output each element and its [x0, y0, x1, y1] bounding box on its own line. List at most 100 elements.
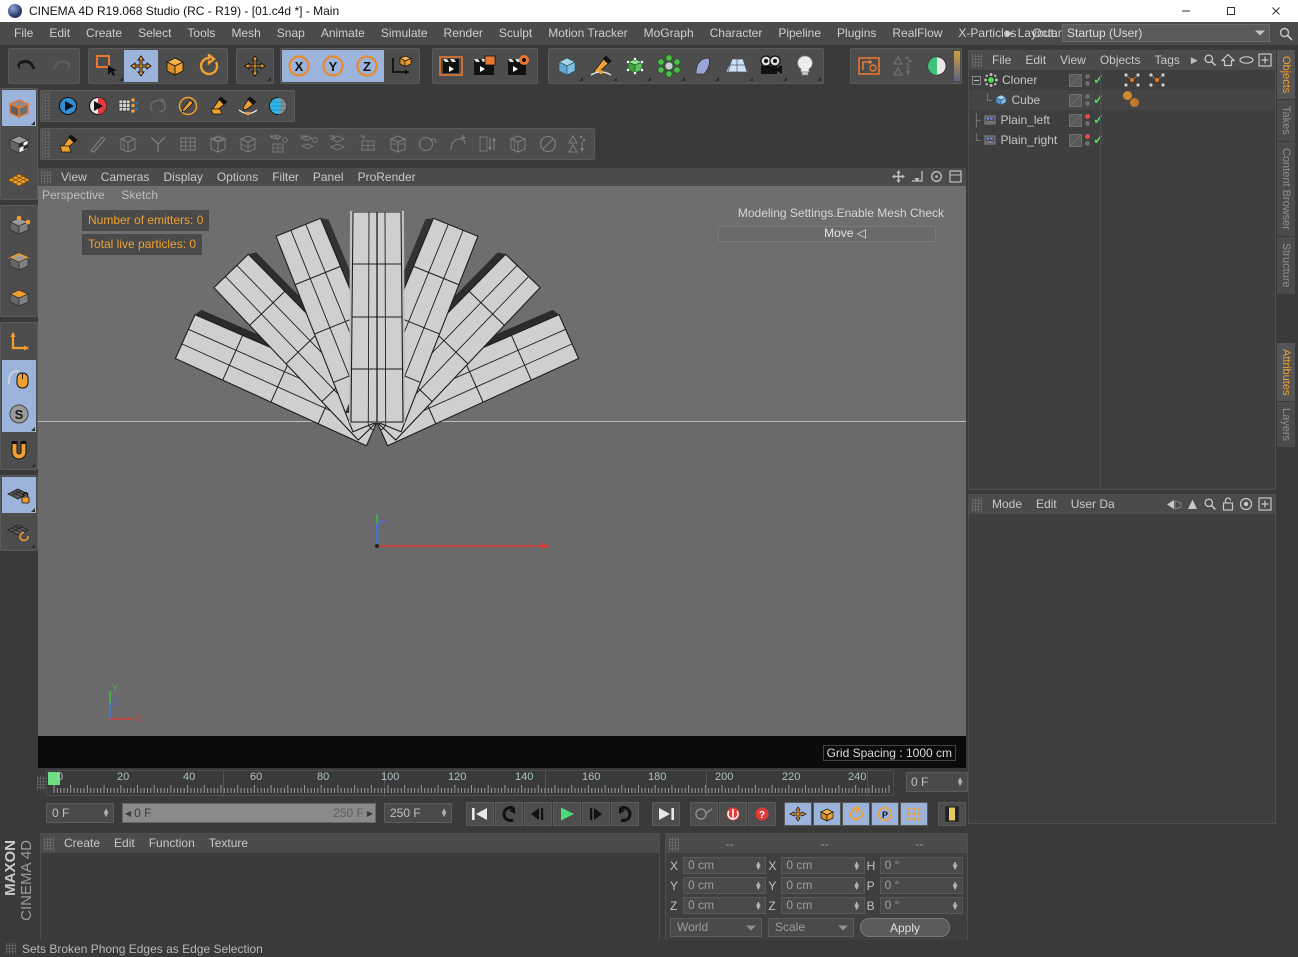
visibility-toggle-icon[interactable]: [1069, 133, 1082, 147]
point-mode-button[interactable]: [2, 207, 36, 243]
object-row-plain-right[interactable]: └ Plain_right ✓: [969, 130, 1275, 150]
split-button[interactable]: [323, 130, 353, 158]
position-key-button[interactable]: [784, 802, 812, 826]
optimize-button[interactable]: [503, 130, 533, 158]
enable-check-icon[interactable]: ✓: [1093, 92, 1104, 108]
visibility-dots[interactable]: [1085, 134, 1090, 146]
scale-viewport-icon[interactable]: [911, 170, 924, 183]
scale-key-button[interactable]: [813, 802, 841, 826]
visibility-dots[interactable]: [1085, 114, 1090, 126]
spline-select-button[interactable]: [143, 92, 173, 120]
object-axis-mode-button[interactable]: [2, 324, 36, 360]
om-menu-objects[interactable]: Objects: [1093, 51, 1148, 70]
tab-takes[interactable]: Takes: [1277, 100, 1295, 143]
goto-start-button[interactable]: [466, 802, 494, 826]
size-x-field[interactable]: 0 cm ▲ ▼: [781, 857, 865, 874]
tab-layers[interactable]: Layers: [1277, 402, 1295, 449]
render-visibility-dot[interactable]: [1085, 81, 1090, 86]
menu-character[interactable]: Character: [702, 22, 771, 45]
editor-visibility-dot[interactable]: [1085, 74, 1090, 79]
add-deformer-button[interactable]: [652, 50, 686, 82]
rotate-viewport-icon[interactable]: [930, 170, 943, 183]
goto-end-button[interactable]: [652, 802, 680, 826]
viewport-solo-button[interactable]: [2, 360, 36, 396]
size-y-field[interactable]: 0 cm ▲ ▼: [781, 877, 865, 894]
home-icon[interactable]: [1221, 53, 1235, 67]
menu-mesh[interactable]: Mesh: [223, 22, 268, 45]
move-axis-button[interactable]: [238, 50, 272, 82]
object-visibility-controls[interactable]: ✓: [1069, 132, 1117, 148]
viewport-grip-handle[interactable]: [41, 170, 51, 184]
toolbar-grip-handle[interactable]: [42, 130, 51, 158]
stepper-icon[interactable]: ▲ ▼: [102, 807, 110, 819]
stepper-icon[interactable]: ▲ ▼: [951, 879, 959, 891]
polygon-mode-button[interactable]: [2, 279, 36, 315]
apply-button[interactable]: Apply: [860, 918, 950, 937]
visibility-toggle-icon[interactable]: [1069, 73, 1082, 87]
planar-workplane-button[interactable]: [2, 513, 36, 549]
texture-mode-button[interactable]: [2, 126, 36, 162]
orange-dot-tag-icon[interactable]: [1130, 98, 1139, 107]
menu-edit[interactable]: Edit: [41, 22, 78, 45]
layout-expand-icon[interactable]: ▶: [1006, 28, 1013, 39]
object-manager-grip-handle[interactable]: [972, 53, 982, 68]
brush-button[interactable]: [413, 130, 443, 158]
object-row-plain-left[interactable]: ├ Plain_left ✓: [969, 110, 1275, 130]
visibility-toggle-icon[interactable]: [1069, 93, 1082, 107]
start-frame-field[interactable]: 0 F ▲ ▼: [46, 803, 114, 823]
visibility-dots[interactable]: [1085, 94, 1090, 106]
render-view-button[interactable]: [434, 50, 468, 82]
tab-objects[interactable]: Objects: [1277, 50, 1295, 101]
next-frame-button[interactable]: [582, 802, 610, 826]
matrix-extrude-button[interactable]: [233, 130, 263, 158]
lock-icon[interactable]: [1222, 497, 1234, 511]
record-button[interactable]: [83, 92, 113, 120]
add-scene-button[interactable]: [686, 50, 720, 82]
menu-file[interactable]: File: [6, 22, 41, 45]
material-list[interactable]: [41, 853, 659, 944]
enable-check-icon[interactable]: ✓: [1093, 132, 1104, 148]
spline-pen-button[interactable]: [233, 92, 263, 120]
object-visibility-controls[interactable]: ✓: [1069, 112, 1117, 128]
am-menu-edit[interactable]: Edit: [1029, 495, 1064, 514]
clone-button[interactable]: [263, 130, 293, 158]
layout-dropdown[interactable]: Startup (User): [1062, 24, 1270, 42]
magnet-button[interactable]: [2, 432, 36, 468]
visibility-toggle-icon[interactable]: [1069, 113, 1082, 127]
object-row-cloner[interactable]: Cloner ✓: [969, 70, 1275, 90]
stepper-icon[interactable]: ▲ ▼: [853, 879, 861, 891]
rotation-key-button[interactable]: [842, 802, 870, 826]
viewport-menu-display[interactable]: Display: [156, 168, 209, 186]
menu-motion-tracker[interactable]: Motion Tracker: [540, 22, 635, 45]
bevel-button[interactable]: [143, 130, 173, 158]
rotation-p-field[interactable]: 0 ° ▲ ▼: [879, 877, 963, 894]
sort-button[interactable]: [886, 50, 920, 82]
knife-tool-button[interactable]: [83, 130, 113, 158]
size-mode-dropdown[interactable]: Scale: [768, 918, 854, 937]
position-x-field[interactable]: 0 cm ▲ ▼: [683, 857, 767, 874]
stepper-icon[interactable]: ▲ ▼: [754, 899, 762, 911]
end-frame-field[interactable]: 250 F ▲ ▼: [384, 803, 452, 823]
live-selection-button[interactable]: [90, 50, 124, 82]
weld-button[interactable]: [353, 130, 383, 158]
minimize-button[interactable]: [1163, 0, 1208, 22]
expand-icon[interactable]: [1258, 53, 1272, 67]
lock-y-axis-button[interactable]: Y: [316, 50, 350, 82]
point-mode-grid-button[interactable]: [113, 92, 143, 120]
up-arrow-icon[interactable]: [1187, 498, 1198, 511]
add-camera-button[interactable]: [754, 50, 788, 82]
viewport-menu-panel[interactable]: Panel: [306, 168, 351, 186]
position-z-field[interactable]: 0 cm ▲ ▼: [683, 897, 767, 914]
slider-left-arrow-icon[interactable]: ◀: [125, 809, 131, 818]
open-timeline-button[interactable]: [938, 802, 966, 826]
array-button[interactable]: [383, 130, 413, 158]
stepper-icon[interactable]: ▲ ▼: [956, 776, 964, 788]
autokeying-button[interactable]: [719, 802, 747, 826]
menu-pipeline[interactable]: Pipeline: [770, 22, 829, 45]
sort-mesh-button[interactable]: [563, 130, 593, 158]
render-settings-button[interactable]: [502, 50, 536, 82]
target-icon[interactable]: [1239, 497, 1253, 511]
add-cube-button[interactable]: [550, 50, 584, 82]
enable-check-icon[interactable]: ✓: [1093, 72, 1104, 88]
am-menu-user-data[interactable]: User Da: [1064, 495, 1122, 514]
